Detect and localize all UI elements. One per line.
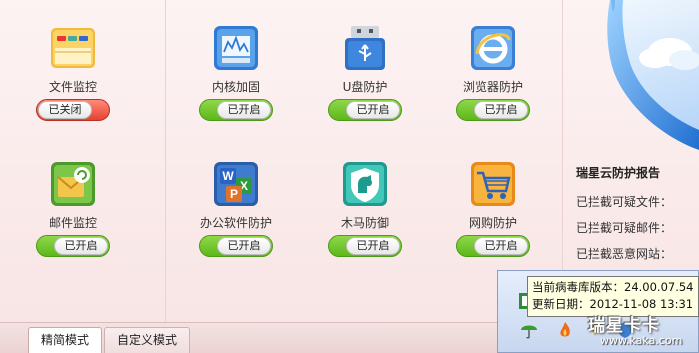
- toggle-status: 已开启: [346, 237, 400, 255]
- report-row-files: 已拦截可疑文件：: [576, 195, 673, 209]
- shopping-protection-toggle[interactable]: 已开启: [456, 235, 530, 257]
- usb-protection-toggle[interactable]: 已开启: [328, 99, 402, 121]
- module-file-monitor: 文件监控 已关闭: [13, 24, 133, 154]
- watermark-title: 瑞星卡卡: [588, 316, 660, 336]
- module-label: U盘防护: [342, 80, 388, 94]
- module-browser-protection: 浏览器防护 已开启: [433, 24, 553, 154]
- module-label: 内核加固: [211, 80, 260, 94]
- kernel-shield-icon: [214, 26, 258, 70]
- module-label: 浏览器防护: [462, 80, 523, 94]
- cloud-protection-report: 瑞星云防护报告 已拦截可疑文件： 已拦截可疑邮件： 已拦截恶意网站：: [576, 164, 699, 272]
- horse-shield-icon: [343, 162, 387, 206]
- office-protection-toggle[interactable]: 已开启: [199, 235, 273, 257]
- report-row-mails: 已拦截可疑邮件：: [576, 221, 673, 235]
- tab-simple-mode[interactable]: 精简模式: [28, 327, 103, 353]
- flame-icon[interactable]: [556, 321, 574, 339]
- module-label: 文件监控: [48, 80, 97, 94]
- module-usb-protection: U盘防护 已开启: [305, 24, 425, 154]
- svg-text:P: P: [230, 187, 238, 201]
- kernel-hardening-toggle[interactable]: 已开启: [199, 99, 273, 121]
- browser-protection-toggle[interactable]: 已开启: [456, 99, 530, 121]
- toggle-status: 已开启: [54, 237, 108, 255]
- toggle-status: 已开启: [217, 237, 271, 255]
- toggle-status: 已关闭: [38, 101, 92, 119]
- svg-text:W: W: [222, 169, 234, 183]
- mail-monitor-toggle[interactable]: 已开启: [36, 235, 110, 257]
- usb-drive-icon: [345, 26, 385, 70]
- module-office-protection: W X P 办公软件防护 已开启: [176, 160, 296, 290]
- module-kernel-hardening: 内核加固 已开启: [176, 24, 296, 154]
- toggle-status: 已开启: [217, 101, 271, 119]
- module-label: 邮件监控: [48, 216, 97, 230]
- toggle-status: 已开启: [474, 101, 528, 119]
- kaka-watermark-logo: 瑞星卡卡 www.kaka.com: [584, 305, 699, 353]
- folder-icon: [51, 28, 95, 68]
- toggle-status: 已开启: [346, 101, 400, 119]
- cloud-shield-icon: [607, 0, 699, 150]
- virus-db-version: 当前病毒库版本：24.00.07.54: [532, 280, 694, 294]
- shopping-cart-icon: [471, 162, 515, 206]
- module-label: 木马防御: [340, 216, 389, 230]
- browser-icon: [471, 26, 515, 70]
- report-title: 瑞星云防护报告: [576, 166, 661, 180]
- divider: [165, 0, 166, 322]
- watermark-url: www.kaka.com: [600, 334, 683, 347]
- file-monitor-toggle[interactable]: 已关闭: [36, 99, 110, 121]
- module-label: 网购防护: [468, 216, 517, 230]
- office-icon: W X P: [214, 162, 258, 206]
- module-trojan-defense: 木马防御 已开启: [305, 160, 425, 290]
- toggle-status: 已开启: [474, 237, 528, 255]
- report-row-sites: 已拦截恶意网站：: [576, 247, 673, 261]
- umbrella-icon[interactable]: [520, 321, 538, 339]
- module-mail-monitor: 邮件监控 已开启: [13, 160, 133, 290]
- trojan-defense-toggle[interactable]: 已开启: [328, 235, 402, 257]
- tab-custom-mode[interactable]: 自定义模式: [104, 327, 191, 353]
- mail-icon: [51, 162, 95, 206]
- module-label: 办公软件防护: [199, 216, 272, 230]
